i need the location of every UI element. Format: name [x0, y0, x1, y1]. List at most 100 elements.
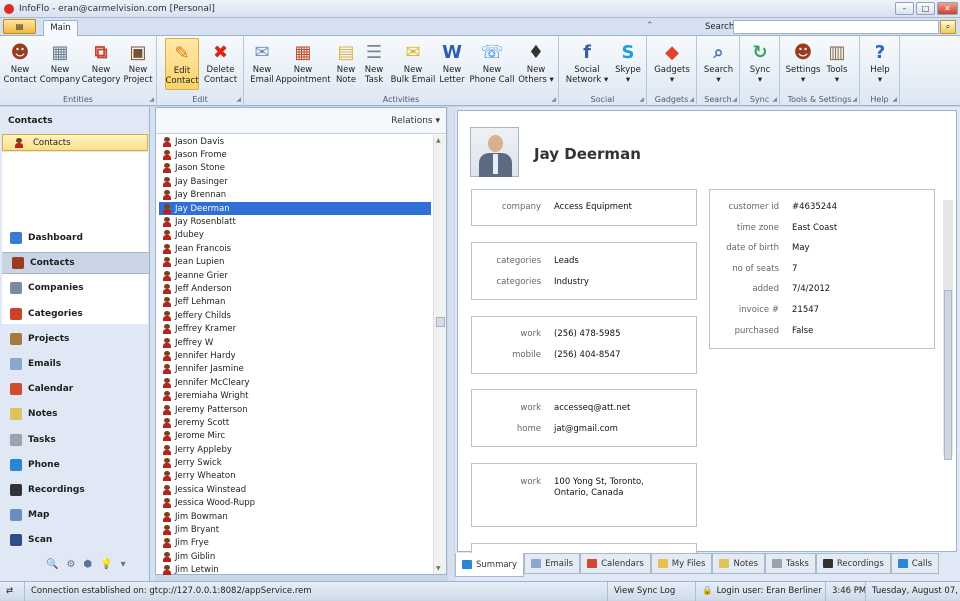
list-scroll-thumb[interactable] — [436, 317, 445, 327]
contact-row[interactable]: Jessica Winstead — [159, 483, 431, 496]
nav-item-emails[interactable]: Emails — [0, 353, 150, 375]
contact-row[interactable]: Jason Davis — [159, 135, 431, 148]
tab-summary[interactable]: Summary — [455, 553, 525, 577]
new-email-button[interactable]: ✉ New Email — [250, 38, 274, 90]
nav-item-calendar[interactable]: Calendar — [0, 378, 150, 400]
minimize-button[interactable]: – — [895, 2, 914, 15]
tab-notes[interactable]: Notes — [712, 553, 766, 574]
sync-button[interactable]: ↻ Sync ▾ — [746, 38, 774, 90]
field-value[interactable]: May — [792, 243, 810, 253]
field-value[interactable]: False — [792, 326, 813, 336]
view-sync-log-link[interactable]: View Sync Log — [607, 581, 695, 601]
contact-row[interactable]: Jennifer Jasmine — [159, 363, 431, 376]
contact-row[interactable]: Jim Bryant — [159, 523, 431, 536]
new-company-button[interactable]: ▦ New Company — [40, 38, 80, 90]
contact-row[interactable]: Jim Bowman — [159, 510, 431, 523]
contact-row[interactable]: Jennifer McCleary — [159, 376, 431, 389]
tab-emails[interactable]: Emails — [524, 553, 581, 574]
new-note-button[interactable]: ▤ New Note — [332, 38, 360, 90]
company-value[interactable]: Access Equipment — [554, 202, 632, 212]
contact-row[interactable]: Jeremiaha Wright — [159, 389, 431, 402]
tab-recordings[interactable]: Recordings — [815, 553, 891, 574]
contact-row[interactable]: Jay Rosenblatt — [159, 215, 431, 228]
email-value[interactable]: accesseq@att.net — [554, 403, 630, 413]
contact-row[interactable]: Jerry Swick — [159, 456, 431, 469]
dialog-launcher-icon[interactable]: ◢ — [772, 96, 777, 103]
dialog-launcher-icon[interactable]: ◢ — [639, 96, 644, 103]
contact-row[interactable]: Jay Deerman — [159, 201, 431, 216]
new-phone-call-button[interactable]: ☏ New Phone Call — [466, 38, 518, 90]
contact-row[interactable]: Jean Francois — [159, 242, 431, 255]
new-category-button[interactable]: ⧉ New Category — [82, 38, 121, 90]
dialog-launcher-icon[interactable]: ◢ — [236, 96, 241, 103]
nav-item-projects[interactable]: Projects — [0, 328, 150, 350]
tab-my-files[interactable]: My Files — [650, 553, 713, 574]
field-value[interactable]: #4635244 — [792, 202, 837, 212]
category-value[interactable]: Industry — [554, 277, 589, 287]
contact-row[interactable]: Jeremy Scott — [159, 416, 431, 429]
new-contact-button[interactable]: ☻ New Contact — [3, 38, 37, 90]
edit-contact-button[interactable]: ✎ Edit Contact — [165, 38, 199, 90]
phone-value[interactable]: (256) 404-8547 — [554, 350, 620, 360]
tab-tasks[interactable]: Tasks — [765, 553, 816, 574]
contact-row[interactable]: Jeffrey Kramer — [159, 322, 431, 335]
contact-row[interactable]: Jessica Wood-Rupp — [159, 497, 431, 510]
nav-item-notes[interactable]: Notes — [0, 403, 150, 425]
skype-button[interactable]: S Skype ▾ — [614, 38, 642, 90]
dialog-launcher-icon[interactable]: ◢ — [149, 96, 154, 103]
search-input[interactable] — [733, 20, 939, 34]
scroll-up-icon[interactable]: ▲ — [436, 137, 441, 144]
close-button[interactable]: ✕ — [937, 2, 958, 15]
social-network-button[interactable]: f Social Network ▾ — [565, 38, 609, 90]
contact-row[interactable]: Jeanne Grier — [159, 269, 431, 282]
tab-calls[interactable]: Calls — [890, 553, 940, 574]
nav-item-map[interactable]: Map — [0, 504, 150, 526]
dialog-launcher-icon[interactable]: ◢ — [732, 96, 737, 103]
shortcuts-nav-icon[interactable]: ⬢ — [83, 559, 92, 570]
list-scrollbar[interactable]: ▲ ▼ — [433, 135, 446, 574]
ribbon-collapse-icon[interactable]: ⌃ — [646, 21, 654, 31]
field-value[interactable]: 7 — [792, 264, 797, 274]
contact-row[interactable]: Jdubey — [159, 229, 431, 242]
relations-dropdown[interactable]: Relations ▾ — [391, 116, 440, 126]
scroll-down-icon[interactable]: ▼ — [436, 565, 441, 572]
search-button[interactable]: ⌕ — [940, 20, 956, 34]
nav-item-categories[interactable]: Categories — [0, 303, 150, 325]
new-task-button[interactable]: ☰ New Task — [362, 38, 386, 90]
contact-row[interactable]: Jay Basinger — [159, 175, 431, 188]
contact-row[interactable]: Jay Brennan — [159, 189, 431, 202]
contact-row[interactable]: Jason Frome — [159, 148, 431, 161]
detail-scrollbar[interactable] — [943, 200, 953, 460]
search-nav-icon[interactable]: 🔍 — [46, 559, 58, 570]
contact-row[interactable]: Jim Letwin — [159, 564, 431, 575]
app-menu-button[interactable]: ▤ — [3, 19, 36, 34]
dialog-launcher-icon[interactable]: ◢ — [852, 96, 857, 103]
dialog-launcher-icon[interactable]: ◢ — [689, 96, 694, 103]
new-others-button[interactable]: ♦ New Others ▾ — [518, 38, 554, 90]
field-value[interactable]: 7/4/2012 — [792, 284, 830, 294]
gadgets-button[interactable]: ◆ Gadgets ▾ — [653, 38, 691, 90]
address-value[interactable]: 100 Yong St, Toronto, Ontario, Canada — [554, 477, 644, 499]
nav-item-contacts[interactable]: Contacts — [2, 252, 149, 275]
nav-item-dashboard[interactable]: Dashboard — [0, 227, 150, 249]
nav-item-scan[interactable]: Scan — [0, 529, 150, 551]
contacts-folder-item[interactable]: Contacts — [2, 134, 148, 151]
email-value[interactable]: jat@gmail.com — [554, 424, 618, 434]
detail-scroll-thumb[interactable] — [944, 290, 952, 460]
tools-button[interactable]: ▥ Tools ▾ — [823, 38, 851, 90]
contact-row[interactable]: Jerry Wheaton — [159, 470, 431, 483]
contact-row[interactable]: Jean Lupien — [159, 256, 431, 269]
settings-nav-icon[interactable]: ⚙ — [66, 559, 75, 570]
contact-row[interactable]: Jeff Anderson — [159, 282, 431, 295]
dialog-launcher-icon[interactable]: ◢ — [892, 96, 897, 103]
contact-row[interactable]: Jason Stone — [159, 162, 431, 175]
contact-row[interactable]: Jeremy Patterson — [159, 403, 431, 416]
field-value[interactable]: East Coast — [792, 223, 837, 233]
nav-item-phone[interactable]: Phone — [0, 454, 150, 476]
contact-row[interactable]: Jim Giblin — [159, 550, 431, 563]
nav-item-tasks[interactable]: Tasks — [0, 429, 150, 451]
new-project-button[interactable]: ▣ New Project — [120, 38, 156, 90]
help-button[interactable]: ? Help ▾ — [867, 38, 893, 90]
tips-nav-icon[interactable]: 💡 — [100, 559, 112, 570]
nav-item-companies[interactable]: Companies — [0, 277, 150, 299]
